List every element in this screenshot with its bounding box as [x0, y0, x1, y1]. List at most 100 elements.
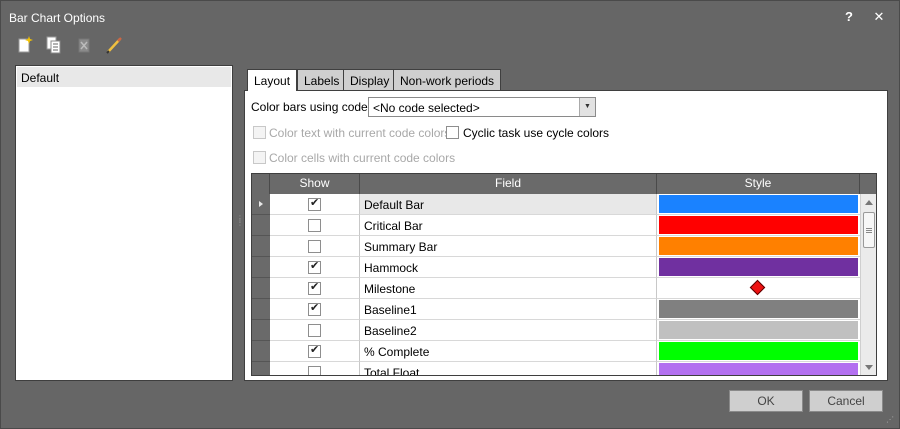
style-cell[interactable]	[657, 320, 860, 341]
row-indicator[interactable]	[252, 236, 270, 257]
layout-item-default[interactable]: Default	[17, 67, 231, 87]
new-layout-button[interactable]	[15, 34, 37, 56]
layout-list: Default	[15, 65, 233, 381]
tab-labels[interactable]: Labels	[297, 69, 347, 90]
scroll-up-icon[interactable]	[865, 200, 873, 205]
chevron-down-icon[interactable]: ▼	[579, 98, 595, 116]
field-cell[interactable]: Total Float	[360, 362, 657, 375]
row-indicator[interactable]	[252, 299, 270, 320]
splitter-handle[interactable]: ⋮ ⋮	[236, 215, 244, 231]
current-row-icon	[259, 201, 263, 207]
row-indicator[interactable]	[252, 320, 270, 341]
show-checkbox[interactable]	[308, 324, 321, 337]
show-cell	[270, 194, 360, 215]
table-row[interactable]: Critical Bar	[252, 215, 860, 236]
show-checkbox[interactable]	[308, 280, 321, 295]
style-cell[interactable]	[657, 257, 860, 278]
show-cell	[270, 299, 360, 320]
help-icon[interactable]: ?	[842, 10, 856, 24]
table-row[interactable]: Baseline1	[252, 299, 860, 320]
show-checkbox[interactable]	[308, 196, 321, 211]
bar-chart-options-dialog: Bar Chart Options ? ✕ Default ⋮ ⋮ Layout…	[0, 0, 900, 429]
row-indicator[interactable]	[252, 362, 270, 375]
show-cell	[270, 215, 360, 236]
show-checkbox[interactable]	[308, 240, 321, 253]
table-row[interactable]: Default Bar	[252, 194, 860, 215]
color-code-dropdown[interactable]: <No code selected> ▼	[368, 97, 596, 117]
show-checkbox[interactable]	[308, 366, 321, 375]
grid-scrollbar[interactable]	[860, 194, 876, 375]
scroll-down-icon[interactable]	[865, 365, 873, 370]
copy-layout-button[interactable]	[43, 34, 65, 56]
bar-color-swatch	[659, 237, 858, 255]
bar-color-swatch	[659, 342, 858, 360]
style-cell[interactable]	[657, 362, 860, 375]
field-cell[interactable]: Default Bar	[360, 194, 657, 215]
style-cell[interactable]	[657, 299, 860, 320]
bar-color-swatch	[659, 216, 858, 234]
ok-button[interactable]: OK	[729, 390, 803, 412]
scroll-thumb[interactable]	[863, 212, 875, 248]
row-indicator[interactable]	[252, 215, 270, 236]
column-header-show[interactable]: Show	[270, 174, 360, 194]
table-row[interactable]: Milestone	[252, 278, 860, 299]
milestone-diamond-icon	[749, 279, 766, 296]
row-indicator-header	[252, 174, 270, 194]
show-cell	[270, 362, 360, 375]
bar-color-swatch	[659, 321, 858, 339]
cyclic-task-label: Cyclic task use cycle colors	[463, 126, 610, 140]
cyclic-task-checkbox[interactable]	[446, 126, 459, 139]
field-cell[interactable]: Baseline2	[360, 320, 657, 341]
field-cell[interactable]: Critical Bar	[360, 215, 657, 236]
color-cells-checkbox[interactable]	[253, 151, 266, 164]
field-cell[interactable]: % Complete	[360, 341, 657, 362]
color-bars-label: Color bars using code:	[251, 100, 372, 114]
row-indicator[interactable]	[252, 278, 270, 299]
style-cell[interactable]	[657, 215, 860, 236]
bar-color-swatch	[659, 195, 858, 213]
delete-layout-button[interactable]	[73, 34, 95, 56]
field-cell[interactable]: Milestone	[360, 278, 657, 299]
tab-display[interactable]: Display	[343, 69, 397, 90]
field-cell[interactable]: Hammock	[360, 257, 657, 278]
close-icon[interactable]: ✕	[872, 10, 886, 24]
show-checkbox[interactable]	[308, 301, 321, 316]
dialog-title: Bar Chart Options	[9, 11, 106, 25]
style-cell[interactable]	[657, 236, 860, 257]
bar-color-swatch	[659, 363, 858, 375]
color-code-value: <No code selected>	[373, 101, 480, 115]
layout-tab-panel: Color bars using code: <No code selected…	[244, 90, 888, 381]
show-cell	[270, 257, 360, 278]
table-row[interactable]: % Complete	[252, 341, 860, 362]
show-checkbox[interactable]	[308, 219, 321, 232]
cancel-button[interactable]: Cancel	[809, 390, 883, 412]
edit-layout-button[interactable]	[103, 34, 125, 56]
field-cell[interactable]: Baseline1	[360, 299, 657, 320]
row-indicator[interactable]	[252, 257, 270, 278]
table-row[interactable]: Baseline2	[252, 320, 860, 341]
style-cell[interactable]	[657, 278, 860, 299]
table-row[interactable]: Summary Bar	[252, 236, 860, 257]
tab-layout[interactable]: Layout	[247, 69, 298, 91]
table-row[interactable]: Hammock	[252, 257, 860, 278]
column-header-style[interactable]: Style	[657, 174, 860, 194]
bar-color-swatch	[659, 258, 858, 276]
show-checkbox[interactable]	[308, 343, 321, 358]
style-cell[interactable]	[657, 194, 860, 215]
table-row[interactable]: Total Float	[252, 362, 860, 375]
color-text-checkbox[interactable]	[253, 126, 266, 139]
field-cell[interactable]: Summary Bar	[360, 236, 657, 257]
color-cells-label: Color cells with current code colors	[269, 151, 456, 165]
show-cell	[270, 278, 360, 299]
show-cell	[270, 320, 360, 341]
show-checkbox[interactable]	[308, 259, 321, 274]
edit-icon	[106, 37, 122, 54]
resize-grip-icon[interactable]: ⋰	[886, 415, 896, 425]
style-cell[interactable]	[657, 341, 860, 362]
color-text-label: Color text with current code colors	[269, 126, 451, 140]
row-indicator[interactable]	[252, 341, 270, 362]
column-header-field[interactable]: Field	[360, 174, 657, 194]
row-indicator[interactable]	[252, 194, 270, 215]
grid-header: Show Field Style	[252, 174, 876, 194]
tab-non-work-periods[interactable]: Non-work periods	[393, 69, 502, 90]
